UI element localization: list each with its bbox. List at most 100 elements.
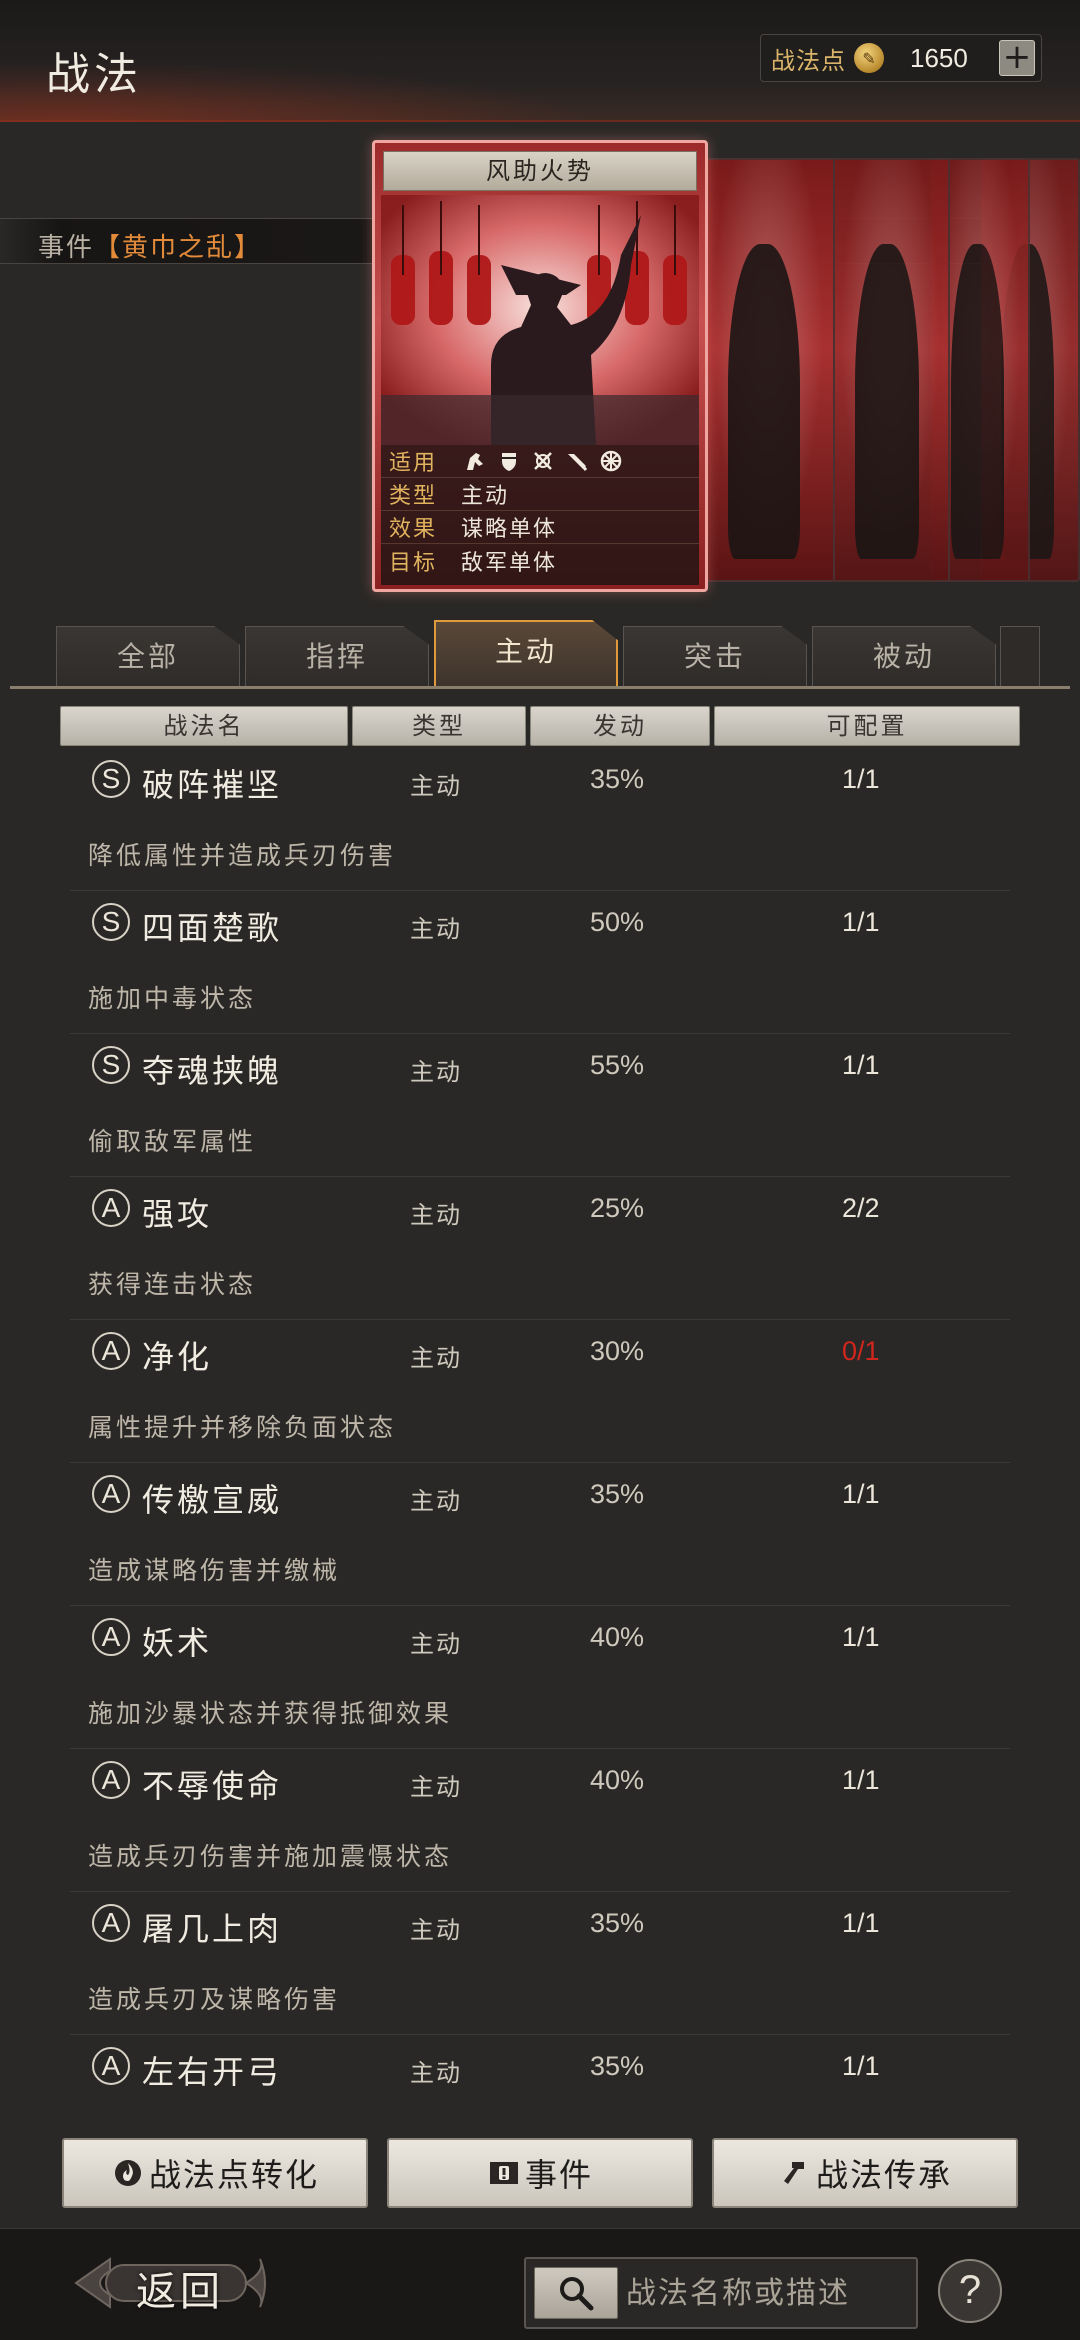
- skill-type: 主动: [410, 915, 462, 943]
- convert-points-button[interactable]: 战法点转化: [62, 2138, 368, 2208]
- skill-rate: 30%: [590, 1336, 645, 1366]
- skill-type: 主动: [410, 772, 462, 800]
- card-row-type: 类型 主动: [381, 478, 699, 511]
- add-points-button[interactable]: +: [999, 40, 1035, 76]
- crossbow-icon: [531, 449, 555, 473]
- unit-type-icons: [453, 449, 623, 473]
- skill-name: 强攻: [142, 1195, 213, 1233]
- skill-rate: 35%: [590, 2051, 645, 2081]
- skill-row[interactable]: A 强攻 主动 25% 2/2 获得连击状态: [70, 1177, 1010, 1320]
- skill-name: 左右开弓: [142, 2053, 283, 2091]
- skill-row[interactable]: A 左右开弓 主动 35% 1/1: [70, 2035, 1010, 2128]
- skill-row[interactable]: S 破阵摧坚 主动 35% 1/1 降低属性并造成兵刃伤害: [70, 760, 1010, 891]
- skill-rate: 40%: [590, 1765, 645, 1795]
- search-input[interactable]: [626, 2267, 912, 2319]
- skill-row[interactable]: S 四面楚歌 主动 50% 1/1 施加中毒状态: [70, 891, 1010, 1034]
- card-title: 风助火势: [383, 151, 697, 191]
- skill-rate: 35%: [590, 764, 645, 794]
- event-prefix: 事件: [38, 233, 95, 263]
- page-title: 战法: [46, 49, 142, 100]
- skill-count: 1/1: [842, 1050, 880, 1080]
- tabs-divider: [10, 686, 1070, 689]
- skill-type: 主动: [410, 1773, 462, 1801]
- skill-name: 夺魂挟魄: [142, 1052, 283, 1090]
- skill-count: 1/1: [842, 2051, 880, 2081]
- card-row-key: 目标: [389, 550, 438, 576]
- skill-type: 主动: [410, 2059, 462, 2087]
- skill-type: 主动: [410, 1916, 462, 1944]
- skill-row[interactable]: A 屠几上肉 主动 35% 1/1 造成兵刃及谋略伤害: [70, 1892, 1010, 2035]
- tab-overflow-stub[interactable]: [1000, 626, 1040, 688]
- grade-badge: A: [92, 1761, 130, 1799]
- action-bar: 战法点转化 事件 战法传承: [0, 2128, 1080, 2228]
- skill-count-unavailable: 0/1: [842, 1336, 880, 1366]
- help-button[interactable]: ?: [938, 2259, 1002, 2323]
- side-card-1[interactable]: [700, 158, 835, 582]
- skill-name: 不辱使命: [142, 1767, 283, 1805]
- grade-badge: A: [92, 1189, 130, 1227]
- search-button[interactable]: [534, 2267, 618, 2319]
- skill-card-carousel[interactable]: 事件【黄巾之乱】 风助火势 适用 类型 主动 效果 谋略单体 目标 敌军单体: [0, 122, 1080, 602]
- convert-points-label: 战法点转化: [148, 2156, 319, 2194]
- skill-desc: 施加中毒状态: [88, 984, 257, 1013]
- hammer-icon: [778, 2156, 812, 2190]
- skill-rate: 35%: [590, 1479, 645, 1509]
- skill-name: 屠几上肉: [142, 1910, 283, 1948]
- skill-rate: 50%: [590, 907, 645, 937]
- top-bar: 战法 战法点 ✎ 1650 +: [0, 0, 1080, 122]
- card-row-key: 适用: [389, 451, 438, 476]
- column-header-type[interactable]: 类型: [352, 706, 526, 746]
- card-silhouette: [951, 244, 1004, 559]
- skill-type: 主动: [410, 1201, 462, 1229]
- card-row-value: 主动: [461, 484, 510, 509]
- skill-row[interactable]: A 妖术 主动 40% 1/1 施加沙暴状态并获得抵御效果: [70, 1606, 1010, 1749]
- skill-rate: 35%: [590, 1908, 645, 1938]
- skill-row[interactable]: A 净化 主动 30% 0/1 属性提升并移除负面状态: [70, 1320, 1010, 1463]
- skill-list[interactable]: S 破阵摧坚 主动 35% 1/1 降低属性并造成兵刃伤害 S 四面楚歌 主动 …: [0, 760, 1080, 2128]
- skill-desc: 降低属性并造成兵刃伤害: [88, 841, 397, 870]
- skill-row[interactable]: A 不辱使命 主动 40% 1/1 造成兵刃伤害并施加震慑状态: [70, 1749, 1010, 1892]
- spear-icon: [565, 449, 589, 473]
- column-header-rate[interactable]: 发动: [530, 706, 710, 746]
- card-artwork: [381, 195, 699, 445]
- skill-desc: 造成兵刃伤害并施加震慑状态: [88, 1842, 453, 1871]
- card-info-panel: 适用 类型 主动 效果 谋略单体 目标 敌军单体: [381, 445, 699, 585]
- tab-active[interactable]: 主动: [434, 620, 618, 688]
- skill-type-tabs: 全部 指挥 主动 突击 被动: [0, 620, 1080, 690]
- grade-badge: A: [92, 1904, 130, 1942]
- grade-badge: S: [92, 760, 130, 798]
- event-button[interactable]: 事件: [387, 2138, 693, 2208]
- tab-command[interactable]: 指挥: [245, 626, 429, 688]
- skill-count: 1/1: [842, 764, 880, 794]
- grade-badge: A: [92, 1475, 130, 1513]
- search-icon: [560, 2277, 594, 2311]
- inherit-skill-button[interactable]: 战法传承: [712, 2138, 1018, 2208]
- grade-badge: S: [92, 1046, 130, 1084]
- tab-all[interactable]: 全部: [56, 626, 240, 688]
- skill-rate: 55%: [590, 1050, 645, 1080]
- back-button[interactable]: 返回: [70, 2251, 270, 2315]
- card-row-applicable: 适用: [381, 445, 699, 478]
- side-card-2[interactable]: [830, 158, 950, 582]
- card-row-effect: 效果 谋略单体: [381, 511, 699, 544]
- skill-desc: 获得连击状态: [88, 1270, 257, 1299]
- tactic-points-box: 战法点 ✎ 1650 +: [760, 34, 1042, 82]
- skill-desc: 造成谋略伤害并缴械: [88, 1556, 341, 1585]
- skill-name: 妖术: [142, 1624, 213, 1662]
- column-header-name[interactable]: 战法名: [60, 706, 348, 746]
- selected-skill-card[interactable]: 风助火势 适用 类型 主动 效果 谋略单体 目标 敌军单体: [372, 140, 708, 592]
- skill-row[interactable]: A 传檄宣威 主动 35% 1/1 造成谋略伤害并缴械: [70, 1463, 1010, 1606]
- tab-assault[interactable]: 突击: [623, 626, 807, 688]
- event-button-label: 事件: [524, 2156, 593, 2194]
- bottom-bar: 返回 ?: [0, 2228, 1080, 2340]
- inherit-skill-label: 战法传承: [815, 2156, 952, 2194]
- skill-row[interactable]: S 夺魂挟魄 主动 55% 1/1 偷取敌军属性: [70, 1034, 1010, 1177]
- skill-count: 2/2: [842, 1193, 880, 1223]
- column-header-available[interactable]: 可配置: [714, 706, 1020, 746]
- card-row-key: 类型: [389, 484, 438, 509]
- tab-passive[interactable]: 被动: [812, 626, 996, 688]
- card-row-value: 敌军单体: [461, 550, 558, 576]
- cavalry-icon: [463, 449, 487, 473]
- card-row-target: 目标 敌军单体: [381, 544, 699, 577]
- tactic-points-label: 战法点: [771, 46, 846, 75]
